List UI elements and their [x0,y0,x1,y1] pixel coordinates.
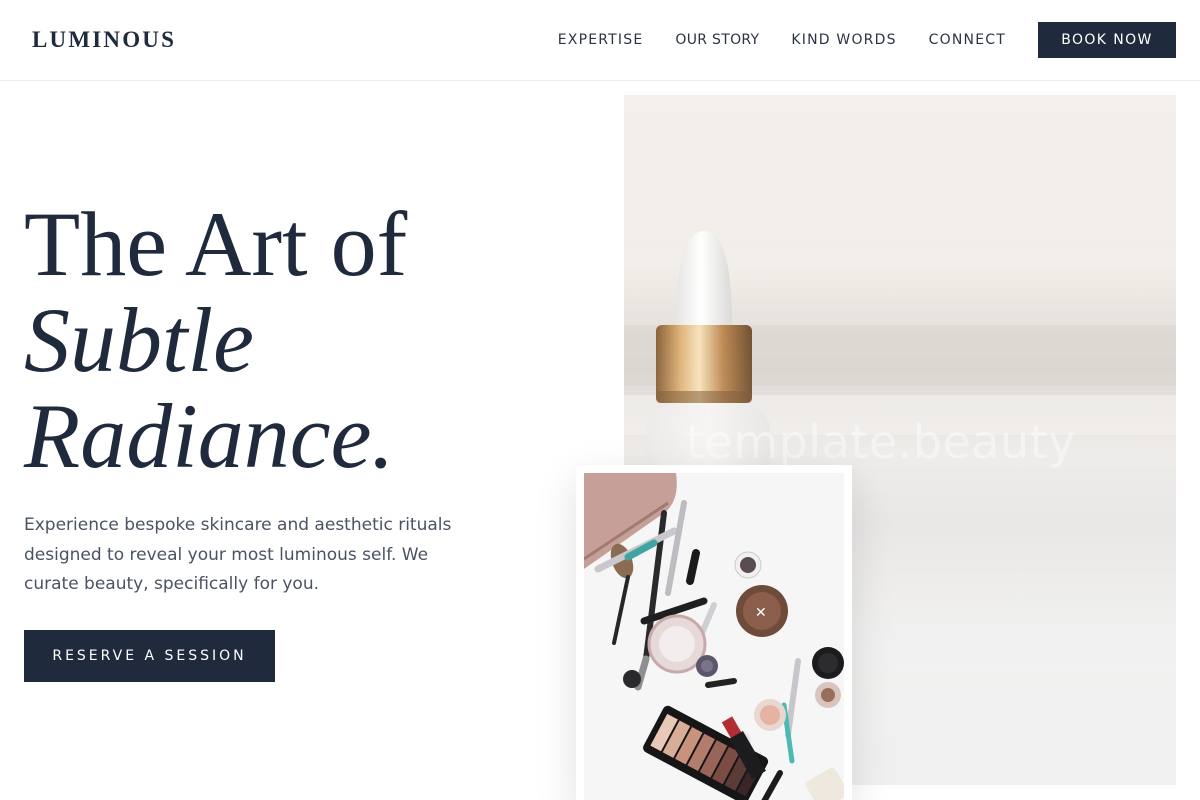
photo-watermark: template.beauty [686,415,1076,469]
site-header: LUMINOUS EXPERTISE OUR STORY KIND WORDS … [0,0,1200,81]
nav-link-expertise[interactable]: EXPERTISE [558,32,644,48]
nav-link-connect[interactable]: CONNECT [929,32,1006,48]
headline-line-1: The Art of [24,193,408,295]
headline-line-2: Subtle [24,289,254,391]
svg-text:✕: ✕ [755,605,767,621]
brand-logo[interactable]: LUMINOUS [32,27,176,53]
reserve-session-button[interactable]: RESERVE A SESSION [24,630,275,682]
hero-description: Experience bespoke skincare and aestheti… [24,515,452,594]
nav-link-our-story[interactable]: OUR STORY [675,32,759,48]
main-nav: EXPERTISE OUR STORY KIND WORDS CONNECT B… [558,22,1176,58]
nav-link-kind-words[interactable]: KIND WORDS [791,32,896,48]
hero-headline: The Art of Subtle Radiance. [24,196,407,484]
makeup-flatlay-illustration: ✕ [584,473,844,800]
headline-line-3: Radiance. [24,385,395,487]
makeup-flatlay-photo: ✕ [584,473,844,800]
makeup-photo-card: ✕ [576,465,852,800]
book-now-button[interactable]: BOOK NOW [1038,22,1176,58]
